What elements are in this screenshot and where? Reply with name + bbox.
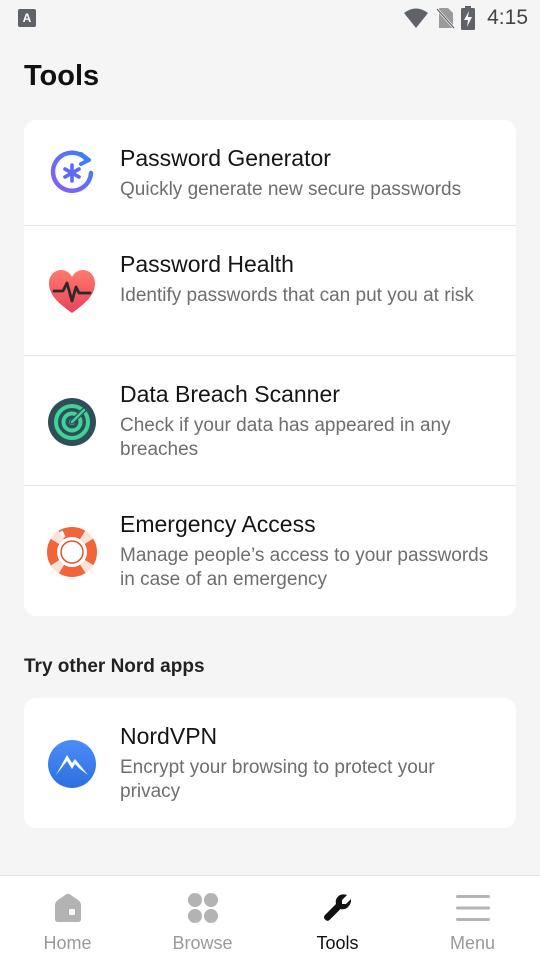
emergency-access-icon [46,526,98,578]
no-sim-icon [436,8,456,29]
tool-title: Data Breach Scanner [120,381,340,407]
data-breach-scanner-icon [46,396,98,448]
app-title: NordVPN [120,723,218,749]
tool-password-generator[interactable]: Password Generator Quickly generate new … [24,120,516,226]
menu-icon [455,890,491,926]
nav-menu[interactable]: Menu [405,876,540,960]
app-nordvpn[interactable]: NordVPN Encrypt your browsing to protect… [24,698,516,828]
tool-data-breach-scanner[interactable]: Data Breach Scanner Check if your data h… [24,356,516,486]
tool-password-health[interactable]: Password Health Identify passwords that … [24,226,516,356]
browse-grid-icon [185,890,221,926]
bottom-navigation: Home Browse Tools Menu [0,875,540,960]
tool-description: Identify passwords that can put you at r… [120,285,474,306]
nav-label: Home [43,933,92,953]
other-apps-heading: Try other Nord apps [24,656,205,677]
accessibility-a-icon: A [18,9,36,27]
status-bar: A 4:15 [0,0,540,36]
status-time: 4:15 [487,6,528,29]
wrench-icon [320,890,356,926]
tool-emergency-access[interactable]: Emergency Access Manage people’s access … [24,486,516,616]
wifi-icon [404,8,429,28]
app-description: Encrypt your browsing to protect your pr… [120,757,435,802]
tool-title: Password Generator [120,145,331,171]
tool-title: Password Health [120,251,294,277]
tools-list: Password Generator Quickly generate new … [24,120,516,616]
nav-home[interactable]: Home [0,876,135,960]
nav-tools[interactable]: Tools [270,876,405,960]
tool-description: Manage people’s access to your passwords… [120,545,489,590]
other-apps-list: NordVPN Encrypt your browsing to protect… [24,698,516,828]
home-icon [50,890,86,926]
tool-description: Quickly generate new secure passwords [120,179,462,200]
page-title: Tools [24,60,100,92]
nav-label: Browse [172,933,233,953]
battery-charging-icon [461,6,476,30]
tool-description: Check if your data has appeared in any b… [120,415,451,460]
password-health-icon [46,266,98,318]
nordvpn-icon [46,738,98,790]
tool-title: Emergency Access [120,511,316,537]
nav-label: Menu [449,933,496,953]
password-generator-icon [46,147,98,199]
nav-label: Tools [316,933,359,953]
nav-browse[interactable]: Browse [135,876,270,960]
